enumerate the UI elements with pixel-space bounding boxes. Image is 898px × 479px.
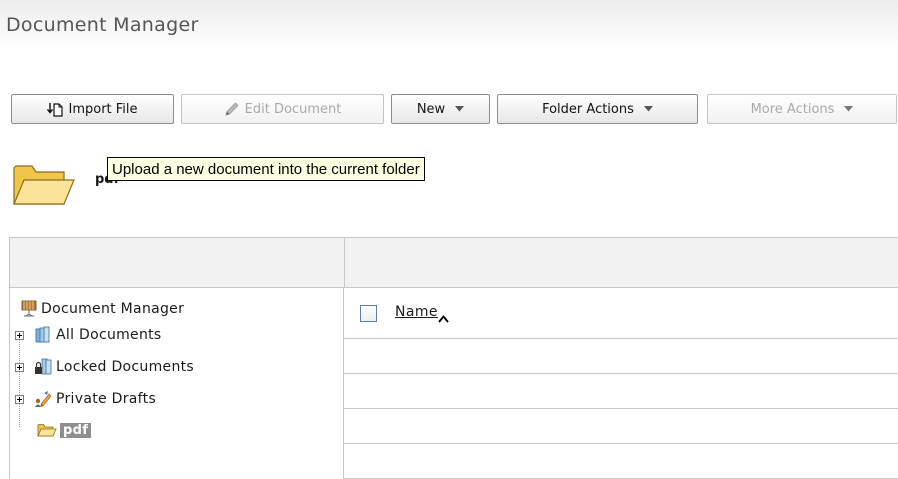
new-dropdown-button[interactable]: New <box>391 94 490 124</box>
pencil-icon <box>224 101 240 117</box>
import-icon <box>47 102 64 117</box>
tree-item-pdf[interactable]: pdf <box>37 423 92 438</box>
tree-item-label: pdf <box>60 423 92 438</box>
tree-item-label: Locked Documents <box>56 359 194 375</box>
folder-actions-button[interactable]: Folder Actions <box>497 94 698 124</box>
tree-connector <box>19 335 21 427</box>
folder-tree: Document Manager All Documents Locked Do… <box>9 287 344 479</box>
import-file-button[interactable]: Import File <box>11 94 174 124</box>
list-item[interactable] <box>344 409 898 444</box>
more-actions-button[interactable]: More Actions <box>707 94 897 124</box>
folder-actions-label: Folder Actions <box>542 101 634 117</box>
page-title: Document Manager <box>6 14 199 36</box>
chevron-down-icon <box>844 106 854 112</box>
page-header: Document Manager <box>0 0 898 50</box>
folder-open-icon <box>37 423 57 438</box>
tree-item-all-documents[interactable]: All Documents <box>15 326 162 344</box>
list-item[interactable] <box>344 444 898 479</box>
new-label: New <box>416 101 446 117</box>
import-file-label: Import File <box>68 101 138 117</box>
chevron-down-icon <box>643 106 653 112</box>
tree-item-label: All Documents <box>56 327 162 343</box>
chevron-down-icon <box>455 106 465 112</box>
all-documents-icon <box>34 326 52 344</box>
list-item[interactable] <box>344 374 898 409</box>
edit-document-button[interactable]: Edit Document <box>181 94 384 124</box>
tree-item-locked-documents[interactable]: Locked Documents <box>15 358 194 376</box>
locked-documents-icon <box>34 358 52 376</box>
expand-icon[interactable] <box>15 330 24 340</box>
list-header-row <box>344 303 898 339</box>
expand-icon[interactable] <box>15 394 24 404</box>
document-manager-icon <box>21 300 39 317</box>
folder-icon <box>12 162 76 212</box>
private-drafts-icon <box>34 390 52 408</box>
tree-item-private-drafts[interactable]: Private Drafts <box>15 390 156 408</box>
expand-icon[interactable] <box>15 362 24 372</box>
more-actions-label: More Actions <box>750 101 835 117</box>
file-list: Name <box>344 237 898 479</box>
tooltip: Upload a new document into the current f… <box>107 157 425 181</box>
document-grid: Document Manager All Documents Locked Do… <box>9 237 898 479</box>
tree-root-label: Document Manager <box>41 300 185 317</box>
edit-document-label: Edit Document <box>244 101 342 117</box>
list-item[interactable] <box>344 339 898 374</box>
tree-root[interactable]: Document Manager <box>21 300 184 317</box>
tree-item-label: Private Drafts <box>56 391 157 407</box>
